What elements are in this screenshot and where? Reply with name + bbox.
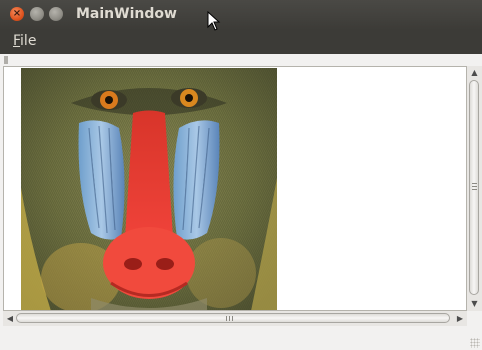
scroll-right-arrow-icon[interactable]: ▶ <box>455 313 465 324</box>
mouse-cursor-icon <box>207 11 221 31</box>
menu-bar: File <box>0 30 482 54</box>
toolbar-grip-icon[interactable] <box>4 56 8 64</box>
menu-file[interactable]: File <box>13 33 36 49</box>
image-scroll-area[interactable] <box>3 66 467 311</box>
window-title: MainWindow <box>76 6 177 22</box>
resize-grip-icon[interactable] <box>470 338 480 348</box>
close-button[interactable]: × <box>10 7 24 21</box>
scroll-up-arrow-icon[interactable]: ▲ <box>469 68 480 78</box>
horizontal-thumb-grip-icon <box>226 316 234 321</box>
scroll-corner <box>467 311 482 326</box>
horizontal-scroll-thumb[interactable] <box>16 313 450 323</box>
scroll-left-arrow-icon[interactable]: ◀ <box>5 313 15 324</box>
mandrill-image <box>21 68 277 310</box>
main-window: × MainWindow File ▲ ▼ ◀ ▶ <box>0 0 482 350</box>
vertical-scrollbar[interactable]: ▲ ▼ <box>467 66 482 311</box>
toolbar-strip <box>0 54 482 66</box>
maximize-button[interactable] <box>49 7 63 21</box>
horizontal-scrollbar[interactable]: ◀ ▶ <box>3 311 467 326</box>
scroll-down-arrow-icon[interactable]: ▼ <box>469 299 480 309</box>
menu-file-mnemonic: F <box>13 33 21 49</box>
vertical-thumb-grip-icon <box>472 183 477 191</box>
vertical-scroll-thumb[interactable] <box>469 80 479 295</box>
title-bar[interactable]: × MainWindow <box>0 0 482 30</box>
status-bar <box>0 326 482 350</box>
menu-file-label: ile <box>20 33 37 49</box>
minimize-button[interactable] <box>30 7 44 21</box>
